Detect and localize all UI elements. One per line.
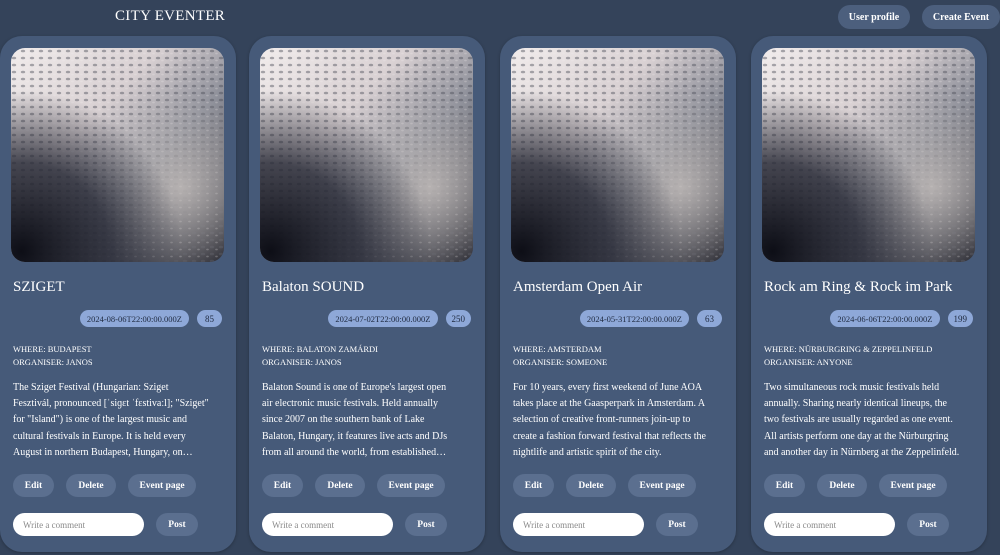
event-image-icon — [762, 48, 975, 262]
organiser-label: ORGANISER: — [513, 357, 565, 367]
event-meta: WHERE: AMSTERDAM ORGANISER: SOMEONE — [513, 343, 728, 369]
event-meta: WHERE: BALATON ZAMÁRDI ORGANISER: JANOS — [262, 343, 477, 369]
where-label: WHERE: — [764, 344, 797, 354]
event-title: Amsterdam Open Air — [513, 279, 643, 295]
event-where: WHERE: BALATON ZAMÁRDI — [262, 343, 477, 356]
event-card: Amsterdam Open Air 2024-05-31T22:00:00.0… — [500, 36, 736, 552]
event-page-button[interactable]: Event page — [128, 474, 196, 497]
event-card: SZIGET 2024-08-06T22:00:00.000Z 85 WHERE… — [0, 36, 236, 552]
comment-input[interactable] — [13, 513, 144, 536]
event-count-badge: 199 — [947, 310, 973, 327]
where-label: WHERE: — [513, 344, 546, 354]
where-value: NÜRBURGRING & ZEPPELINFELD — [798, 344, 933, 354]
post-comment-button[interactable]: Post — [907, 513, 949, 536]
event-where: WHERE: BUDAPEST — [13, 343, 228, 356]
event-card: Rock am Ring & Rock im Park 2024-06-06T2… — [751, 36, 987, 552]
comment-input[interactable] — [513, 513, 644, 536]
where-label: WHERE: — [262, 344, 295, 354]
organiser-value: JANOS — [315, 357, 342, 367]
event-title: Rock am Ring & Rock im Park — [764, 279, 953, 295]
create-event-button[interactable]: Create Event — [922, 5, 1000, 29]
event-organiser: ORGANISER: JANOS — [13, 356, 228, 369]
event-description: The Sziget Festival (Hungarian: Sziget F… — [13, 382, 209, 458]
edit-button[interactable]: Edit — [764, 474, 805, 497]
comment-input[interactable] — [262, 513, 393, 536]
delete-button[interactable]: Delete — [566, 474, 616, 497]
event-organiser: ORGANISER: JANOS — [262, 356, 477, 369]
event-page-button[interactable]: Event page — [628, 474, 696, 497]
event-description: Two simultaneous rock music festivals he… — [764, 382, 960, 458]
organiser-label: ORGANISER: — [13, 357, 65, 367]
organiser-label: ORGANISER: — [262, 357, 314, 367]
event-count-badge: 85 — [197, 310, 222, 327]
event-page-button[interactable]: Event page — [377, 474, 445, 497]
where-value: BALATON ZAMÁRDI — [296, 344, 379, 354]
event-image — [511, 48, 724, 262]
delete-button[interactable]: Delete — [315, 474, 365, 497]
event-image-icon — [260, 48, 473, 262]
event-where: WHERE: NÜRBURGRING & ZEPPELINFELD — [764, 343, 979, 356]
event-meta: WHERE: BUDAPEST ORGANISER: JANOS — [13, 343, 228, 369]
event-title: SZIGET — [13, 279, 65, 295]
organiser-value: SOMEONE — [566, 357, 608, 367]
event-description: Balaton Sound is one of Europe's largest… — [262, 382, 448, 458]
organiser-value: ANYONE — [816, 357, 853, 367]
delete-button[interactable]: Delete — [817, 474, 867, 497]
event-image — [762, 48, 975, 262]
edit-button[interactable]: Edit — [262, 474, 303, 497]
event-where: WHERE: AMSTERDAM — [513, 343, 728, 356]
event-date-badge: 2024-06-06T22:00:00.000Z — [830, 310, 940, 327]
post-comment-button[interactable]: Post — [656, 513, 698, 536]
event-image-icon — [11, 48, 224, 262]
event-title: Balaton SOUND — [262, 279, 365, 295]
where-value: BUDAPEST — [47, 344, 92, 354]
user-profile-button[interactable]: User profile — [838, 5, 910, 29]
event-card: Balaton SOUND 2024-07-02T22:00:00.000Z 2… — [249, 36, 485, 552]
post-comment-button[interactable]: Post — [156, 513, 198, 536]
event-organiser: ORGANISER: ANYONE — [764, 356, 979, 369]
event-page-button[interactable]: Event page — [879, 474, 947, 497]
top-bar: CITY EVENTER User profile Create Event — [0, 0, 1000, 36]
event-date-badge: 2024-05-31T22:00:00.000Z — [579, 310, 689, 327]
event-image-icon — [511, 48, 724, 262]
event-date-badge: 2024-07-02T22:00:00.000Z — [328, 310, 438, 327]
event-date-badge: 2024-08-06T22:00:00.000Z — [79, 310, 189, 327]
comment-input[interactable] — [764, 513, 895, 536]
event-image — [260, 48, 473, 262]
where-label: WHERE: — [13, 344, 46, 354]
event-count-badge: 250 — [445, 310, 471, 327]
event-count-badge: 63 — [697, 310, 722, 327]
edit-button[interactable]: Edit — [13, 474, 54, 497]
event-image — [11, 48, 224, 262]
organiser-value: JANOS — [66, 357, 93, 367]
edit-button[interactable]: Edit — [513, 474, 554, 497]
event-description: For 10 years, every first weekend of Jun… — [513, 382, 706, 458]
delete-button[interactable]: Delete — [66, 474, 116, 497]
event-meta: WHERE: NÜRBURGRING & ZEPPELINFELD ORGANI… — [764, 343, 979, 369]
event-organiser: ORGANISER: SOMEONE — [513, 356, 728, 369]
where-value: AMSTERDAM — [547, 344, 602, 354]
organiser-label: ORGANISER: — [764, 357, 816, 367]
post-comment-button[interactable]: Post — [405, 513, 447, 536]
app-title: CITY EVENTER — [115, 8, 226, 24]
